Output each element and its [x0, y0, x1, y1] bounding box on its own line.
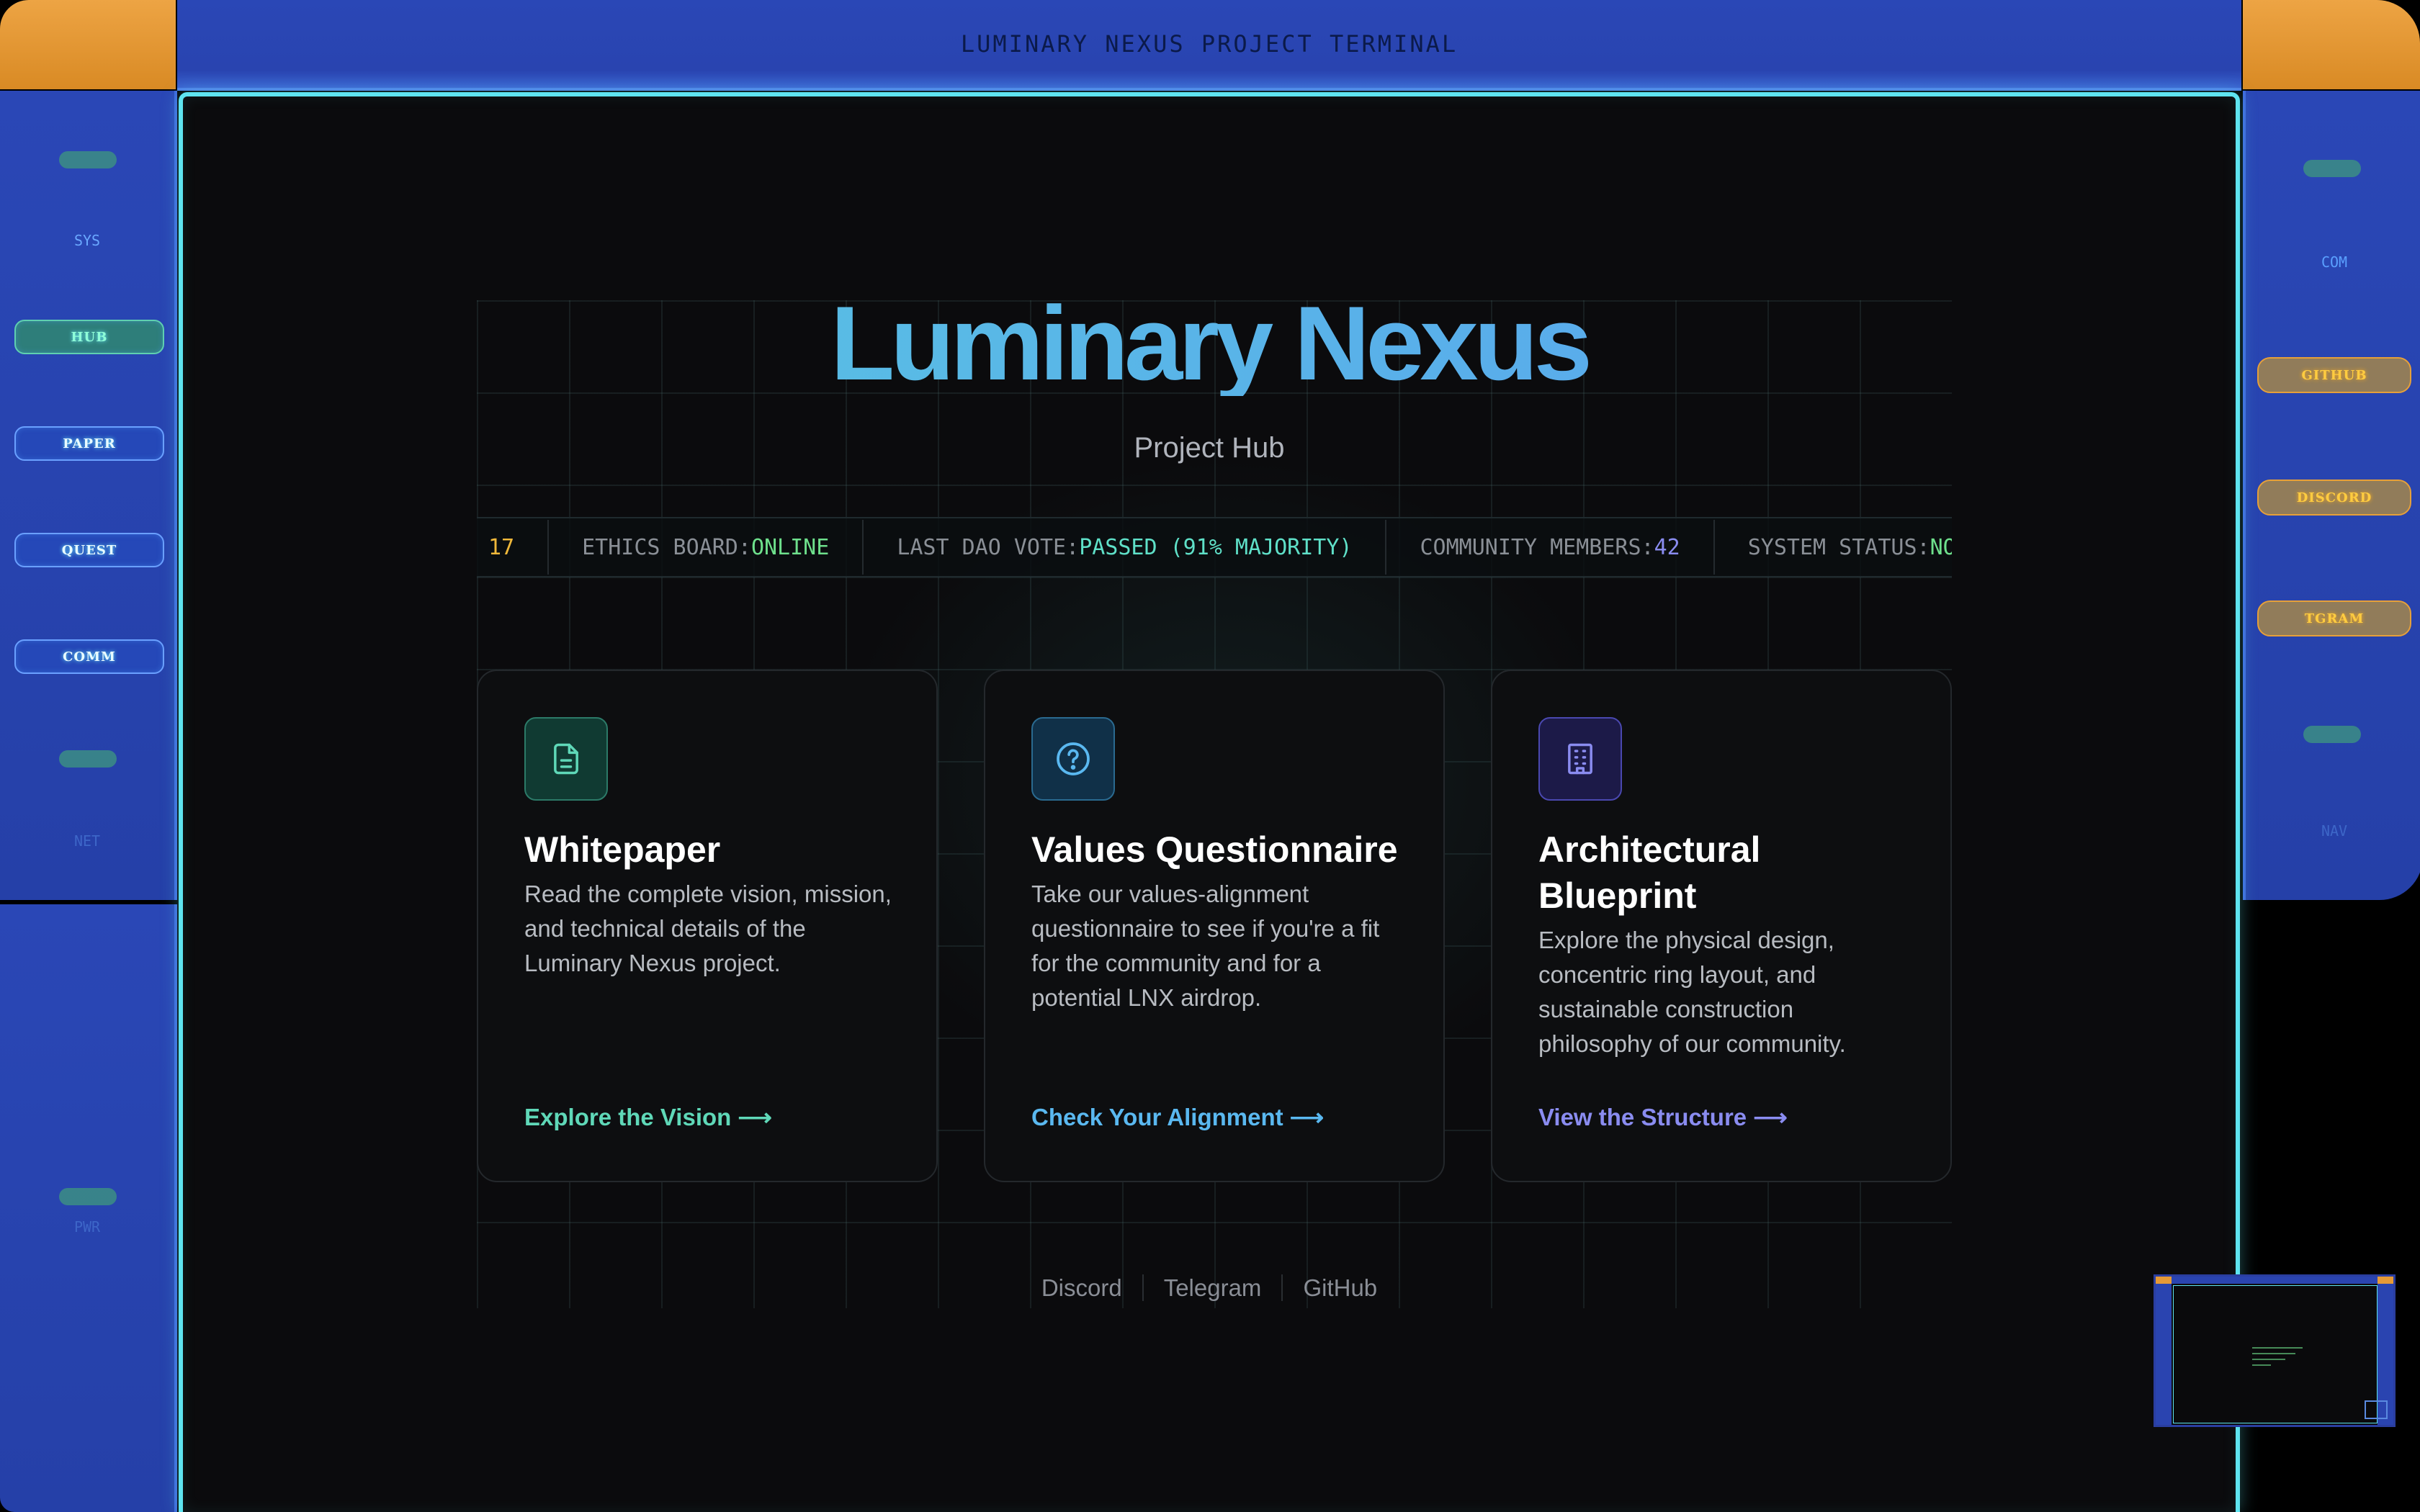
status-indicator-pill	[2303, 726, 2361, 743]
terminal-title: LUMINARY NEXUS PROJECT TERMINAL	[960, 30, 1458, 58]
card-description: Explore the physical design, concentric …	[1538, 927, 1846, 1057]
status-indicator-pill	[59, 750, 117, 768]
ticker-item: LAST DAO VOTE: PASSED (91% MAJORITY)	[864, 520, 1387, 575]
ticker-value: 17	[488, 534, 515, 560]
ticker-track: 17 ETHICS BOARD: ONLINE LAST DAO VOTE: P…	[477, 518, 1952, 576]
main-viewport: Luminary Nexus Project Hub 17 ETHICS BOA…	[179, 92, 2240, 1512]
question-circle-icon	[1031, 717, 1115, 801]
footer-link-discord[interactable]: Discord	[1021, 1274, 1142, 1301]
thumbnail-inner-thumb	[2365, 1400, 2388, 1419]
status-ticker: 17 ETHICS BOARD: ONLINE LAST DAO VOTE: P…	[477, 517, 1952, 577]
ticker-item: COMMUNITY MEMBERS: 42	[1386, 520, 1715, 575]
thumbnail-corner	[2378, 1277, 2393, 1284]
ticker-label: COMMUNITY MEMBERS:	[1420, 534, 1654, 560]
nav-button-comm[interactable]: COMM	[14, 639, 164, 674]
document-icon	[524, 717, 608, 801]
card-title: Whitepaper	[524, 829, 721, 870]
footer-link-telegram[interactable]: Telegram	[1142, 1274, 1282, 1301]
ticker-label: LAST DAO VOTE:	[897, 534, 1080, 560]
ticker-label: ETHICS BOARD:	[582, 534, 751, 560]
arrow-right-icon: ⟶	[1289, 1104, 1325, 1130]
card-title: Architectural Blueprint	[1538, 829, 1761, 916]
com-label: COM	[2321, 253, 2348, 271]
ticker-item: ETHICS BOARD: ONLINE	[549, 520, 864, 575]
thumbnail-left-panel	[2156, 1284, 2172, 1425]
frame-corner-top-left	[0, 0, 176, 89]
check-alignment-link[interactable]: Check Your Alignment ⟶	[1031, 1103, 1324, 1131]
right-control-panel: COM GITHUB DISCORD TGRAM NAV	[2243, 91, 2420, 900]
blueprint-card[interactable]: Architectural Blueprint Explore the phys…	[1491, 670, 1952, 1182]
ticker-value: NO	[1930, 534, 1952, 560]
ticker-value: ONLINE	[750, 534, 830, 560]
nav-button-paper[interactable]: PAPER	[14, 426, 164, 461]
ticker-value: 42	[1654, 534, 1680, 560]
page-title: Luminary Nexus	[183, 291, 2236, 396]
status-indicator-pill	[2303, 160, 2361, 177]
left-power-panel: PWR	[0, 904, 177, 1512]
card-title: Values Questionnaire	[1031, 829, 1398, 870]
terminal-title-bar: LUMINARY NEXUS PROJECT TERMINAL	[177, 0, 2241, 91]
thumbnail-text-line	[2252, 1347, 2303, 1349]
arrow-right-icon: ⟶	[1753, 1104, 1788, 1130]
ticker-item: SYSTEM STATUS: NO	[1715, 520, 1952, 575]
page-subtitle: Project Hub	[1134, 432, 1285, 464]
building-icon	[1538, 717, 1622, 801]
card-description: Take our values-alignment questionnaire …	[1031, 881, 1380, 1011]
pwr-label: PWR	[73, 1218, 101, 1236]
status-indicator-pill	[59, 1188, 117, 1205]
thumbnail-text-line	[2252, 1353, 2295, 1354]
nav-button-quest[interactable]: QUEST	[14, 533, 164, 567]
nav-button-hub[interactable]: HUB	[14, 320, 164, 354]
ticker-value: PASSED (91% MAJORITY)	[1079, 534, 1353, 560]
thumbnail-corner	[2156, 1277, 2172, 1284]
telegram-button[interactable]: TGRAM	[2257, 600, 2411, 636]
whitepaper-card[interactable]: Whitepaper Read the complete vision, mis…	[477, 670, 938, 1182]
ticker-item: 17	[477, 520, 550, 575]
ticker-label: SYSTEM STATUS:	[1747, 534, 1930, 560]
window-thumbnail[interactable]	[2154, 1274, 2396, 1427]
nav-label: NAV	[2321, 822, 2348, 840]
thumbnail-text-line	[2252, 1364, 2271, 1366]
frame-corner-top-right	[2243, 0, 2420, 89]
view-structure-link[interactable]: View the Structure ⟶	[1538, 1103, 1788, 1131]
arrow-right-icon: ⟶	[738, 1104, 772, 1130]
discord-button[interactable]: DISCORD	[2257, 480, 2411, 516]
questionnaire-card[interactable]: Values Questionnaire Take our values-ali…	[984, 670, 1445, 1182]
thumbnail-text-line	[2252, 1359, 2285, 1360]
github-button[interactable]: GITHUB	[2257, 357, 2411, 393]
thumbnail-screen	[2173, 1285, 2378, 1423]
footer-links: Discord Telegram GitHub	[183, 1274, 2236, 1302]
explore-vision-link[interactable]: Explore the Vision ⟶	[524, 1103, 772, 1131]
status-indicator-pill	[59, 151, 117, 168]
left-control-panel: SYS HUB PAPER QUEST COMM NET	[0, 91, 177, 900]
footer-link-github[interactable]: GitHub	[1281, 1274, 1398, 1301]
card-description: Read the complete vision, mission, and t…	[524, 881, 892, 976]
net-label: NET	[73, 832, 101, 850]
sys-label: SYS	[73, 232, 101, 249]
thumbnail-title-bar	[2156, 1277, 2393, 1284]
